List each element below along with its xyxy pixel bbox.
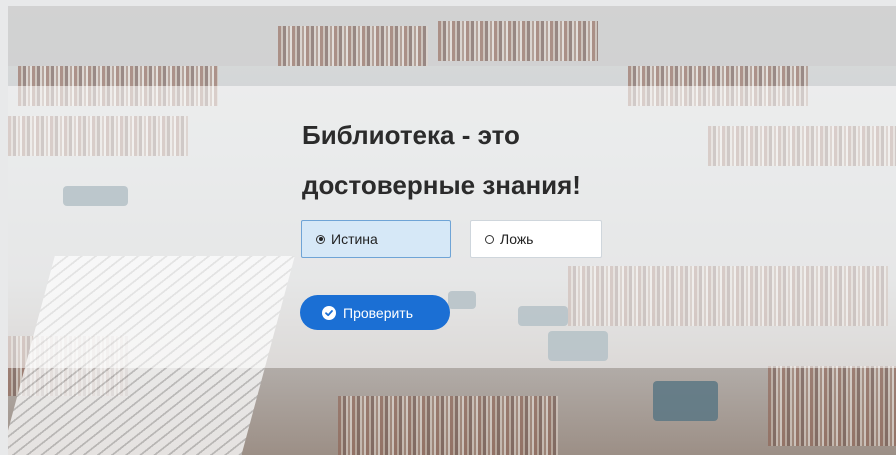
radio-unchecked-icon[interactable] <box>485 234 494 244</box>
question-line-2: достоверные знания! <box>302 170 581 200</box>
check-button-label: Проверить <box>343 304 414 321</box>
option-false[interactable]: Ложь <box>470 220 602 258</box>
question-line-1: Библиотека - это <box>302 120 520 150</box>
option-true[interactable]: Истина <box>301 220 451 258</box>
option-false-label: Ложь <box>500 231 534 247</box>
check-button[interactable]: Проверить <box>300 295 450 330</box>
check-circle-icon <box>322 305 336 320</box>
radio-checked-icon[interactable] <box>316 234 325 244</box>
option-true-label: Истина <box>331 231 378 247</box>
question-title: Библиотека - это достоверные знания! <box>302 110 722 210</box>
